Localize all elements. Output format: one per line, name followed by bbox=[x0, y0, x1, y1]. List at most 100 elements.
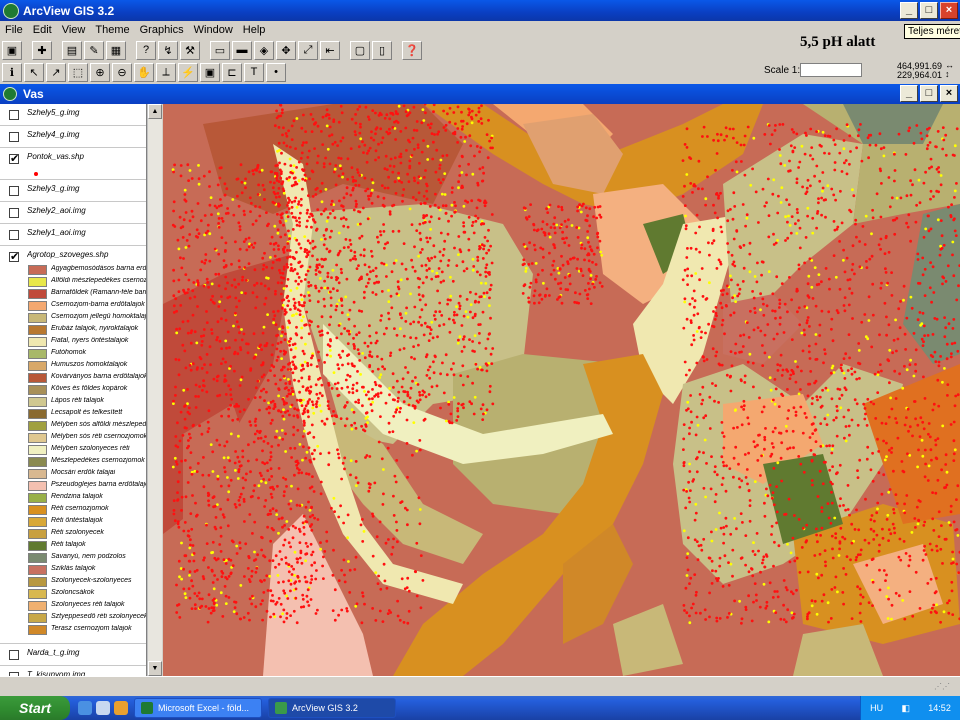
help-button[interactable]: ❓ bbox=[402, 40, 422, 60]
ie-icon[interactable] bbox=[78, 701, 92, 715]
toc-scrollbar[interactable]: ▲ ▼ bbox=[147, 104, 162, 676]
menu-file[interactable]: File bbox=[0, 24, 28, 36]
query-builder-button[interactable]: ? bbox=[136, 40, 156, 60]
close-button[interactable]: × bbox=[940, 2, 958, 19]
theme-properties-button[interactable]: ▤ bbox=[62, 40, 82, 60]
clock: 14:52 bbox=[928, 703, 951, 713]
legend-label: Rendzina talajok bbox=[51, 493, 103, 500]
legend-swatch bbox=[28, 529, 47, 539]
menu-help[interactable]: Help bbox=[238, 24, 271, 36]
toc-layer-agrotop[interactable]: ✔ Agrotop_szoveges.shp Agyagbemosódásos ba… bbox=[0, 246, 146, 644]
toc-layer[interactable]: Narda_t_g.img bbox=[0, 644, 146, 666]
menu-window[interactable]: Window bbox=[189, 24, 238, 36]
toc-layer[interactable]: Szhely3_g.img bbox=[0, 180, 146, 202]
toc-layer[interactable]: Szhely2_aoi.img bbox=[0, 202, 146, 224]
legend-swatch bbox=[28, 325, 47, 335]
legend-label: Terasz csernozjom talajok bbox=[51, 625, 132, 632]
save-project-button[interactable]: ▣ bbox=[2, 40, 22, 60]
select-features-button[interactable]: ▢ bbox=[350, 40, 370, 60]
layer-name: Szhely3_g.img bbox=[27, 184, 80, 193]
map-display[interactable] bbox=[163, 104, 960, 676]
draw-point-tool[interactable]: • bbox=[266, 62, 286, 82]
resize-grip-icon[interactable]: ⋰⋰ bbox=[934, 682, 950, 691]
view-minimize-button[interactable]: _ bbox=[900, 85, 918, 102]
zoom-out-fixed-button[interactable]: ⤢ bbox=[298, 40, 318, 60]
toc-layer[interactable]: T_kisunyom.img bbox=[0, 666, 146, 676]
add-theme-button[interactable]: ✚ bbox=[32, 40, 52, 60]
area-of-interest-tool[interactable]: ▣ bbox=[200, 62, 220, 82]
view-maximize-button[interactable]: □ bbox=[920, 85, 938, 102]
edit-legend-button[interactable]: ✎ bbox=[84, 40, 104, 60]
legend-swatch bbox=[28, 565, 47, 575]
layer-checkbox[interactable]: ✔ bbox=[9, 252, 19, 263]
legend-label: Réti szolonyecek bbox=[51, 529, 104, 536]
task-arcview-label: ArcView GIS 3.2 bbox=[292, 703, 358, 713]
legend-item: Lecsapolt és telkesített bbox=[28, 408, 146, 420]
coord-y: 229,964.01 bbox=[896, 70, 942, 80]
select-feature-tool[interactable]: ⬚ bbox=[68, 62, 88, 82]
locate-button[interactable]: ↯ bbox=[158, 40, 178, 60]
zoom-previous-button[interactable]: ⇤ bbox=[320, 40, 340, 60]
pointer-tool[interactable]: ↖ bbox=[24, 62, 44, 82]
task-arcview[interactable]: ArcView GIS 3.2 bbox=[268, 698, 396, 718]
menu-view[interactable]: View bbox=[57, 24, 91, 36]
layer-checkbox[interactable] bbox=[9, 186, 19, 196]
scale-input[interactable] bbox=[800, 63, 862, 77]
legend-label: Csernozjom jellegű homoktalajok bbox=[51, 313, 147, 320]
legend-swatch bbox=[28, 265, 47, 275]
text-tool[interactable]: T bbox=[244, 62, 264, 82]
measure-tool[interactable]: ⟂ bbox=[156, 62, 176, 82]
language-indicator[interactable]: HU bbox=[870, 703, 883, 713]
toc-layer[interactable]: ✔ Pontok_vas.shp bbox=[0, 148, 146, 180]
task-excel[interactable]: Microsoft Excel - föld... bbox=[134, 698, 262, 718]
scale-label: Scale 1: bbox=[764, 65, 801, 76]
scroll-up-icon[interactable]: ▲ bbox=[148, 104, 162, 119]
pan-tool[interactable]: ✋ bbox=[134, 62, 154, 82]
menu-edit[interactable]: Edit bbox=[28, 24, 57, 36]
vertex-edit-tool[interactable]: ↗ bbox=[46, 62, 66, 82]
zoom-out-tool[interactable]: ⊖ bbox=[112, 62, 132, 82]
zoom-in-tool[interactable]: ⊕ bbox=[90, 62, 110, 82]
clear-selected-button[interactable]: ▯ bbox=[372, 40, 392, 60]
layer-checkbox[interactable] bbox=[9, 110, 19, 120]
start-button[interactable]: Start bbox=[0, 696, 70, 720]
layer-checkbox[interactable] bbox=[9, 230, 19, 240]
menu-graphics[interactable]: Graphics bbox=[135, 24, 189, 36]
legend-label: Humuszos homoktalajok bbox=[51, 361, 128, 368]
hammer-button[interactable]: ⚒ bbox=[180, 40, 200, 60]
media-player-icon[interactable] bbox=[114, 701, 128, 715]
label-tool[interactable]: ⊏ bbox=[222, 62, 242, 82]
legend-swatch bbox=[28, 361, 47, 371]
scroll-down-icon[interactable]: ▼ bbox=[148, 661, 162, 676]
zoom-active-themes-button[interactable]: ▬ bbox=[232, 40, 252, 60]
legend-item: Kovárványos barna erdőtalajok bbox=[28, 372, 146, 384]
layer-checkbox[interactable] bbox=[9, 208, 19, 218]
zoom-selected-button[interactable]: ◈ bbox=[254, 40, 274, 60]
legend-item: Csernozjom-barna erdőtalajok bbox=[28, 300, 146, 312]
desktop-icon[interactable] bbox=[96, 701, 110, 715]
toc-layer[interactable]: Szhely4_g.img bbox=[0, 126, 146, 148]
legend-label: Sztyeppesedő réti szolonyecek bbox=[51, 613, 147, 620]
legend-item: Sztyeppesedő réti szolonyecek bbox=[28, 612, 146, 624]
zoom-full-extent-button[interactable]: ▭ bbox=[210, 40, 230, 60]
zoom-in-fixed-button[interactable]: ✥ bbox=[276, 40, 296, 60]
legend-swatch bbox=[28, 613, 47, 623]
map-annotation: 5,5 pH alatt bbox=[800, 34, 876, 50]
arcview-app-icon[interactable] bbox=[3, 2, 19, 19]
toc-layer[interactable]: Szhely1_aoi.img bbox=[0, 224, 146, 246]
layer-checkbox[interactable] bbox=[9, 650, 19, 660]
legend-item: Futóhomok bbox=[28, 348, 146, 360]
menu-theme[interactable]: Theme bbox=[90, 24, 134, 36]
layer-checkbox[interactable] bbox=[9, 132, 19, 142]
tray-icon[interactable]: ◧ bbox=[901, 703, 910, 714]
hotlink-tool[interactable]: ⚡ bbox=[178, 62, 198, 82]
view-close-button[interactable]: × bbox=[940, 85, 958, 102]
legend-label: Réti csernozjomok bbox=[51, 505, 109, 512]
open-table-button[interactable]: ▦ bbox=[106, 40, 126, 60]
maximize-button[interactable]: □ bbox=[920, 2, 938, 19]
minimize-button[interactable]: _ bbox=[900, 2, 918, 19]
identify-tool[interactable]: ℹ bbox=[2, 62, 22, 82]
toc-layer[interactable]: Szhely5_g.img bbox=[0, 104, 146, 126]
layer-checkbox[interactable]: ✔ bbox=[9, 154, 19, 165]
legend-item: Szolonyecek-szolonyeces bbox=[28, 576, 146, 588]
